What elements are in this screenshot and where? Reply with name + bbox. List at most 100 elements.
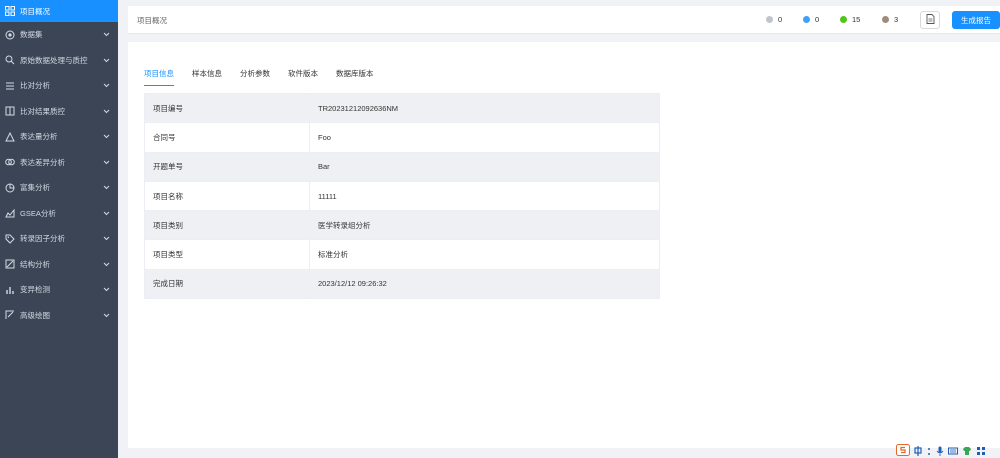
settings-search-icon (5, 55, 15, 65)
microphone-icon[interactable] (936, 443, 944, 458)
sidebar-item-expression[interactable]: 表达量分析 (0, 124, 118, 150)
generate-report-button[interactable]: 生成报告 (952, 11, 1000, 29)
status-count: 15 (852, 15, 861, 24)
sidebar-item-label: 高级绘图 (20, 310, 50, 320)
field-label: 项目类型 (144, 239, 310, 270)
sidebar-item-alignment[interactable]: 比对分析 (0, 73, 118, 99)
status-count-green: 15 (840, 15, 860, 24)
keyboard-icon[interactable] (948, 443, 958, 458)
sidebar-item-label: 结构分析 (20, 259, 50, 269)
status-dot-icon (840, 16, 847, 23)
status-count-blue: 0 (803, 15, 819, 24)
chevron-down-icon (102, 158, 110, 166)
target-icon (5, 183, 15, 193)
field-value: Foo (309, 122, 660, 153)
main-panel: 项目信息 样本信息 分析参数 软件版本 数据库版本 项目编号 TR2023121… (128, 42, 1000, 448)
tab-database-version[interactable]: 数据库版本 (336, 68, 374, 86)
tab-sample-info[interactable]: 样本信息 (192, 68, 222, 86)
tab-project-info[interactable]: 项目信息 (144, 68, 174, 86)
sidebar-item-structure[interactable]: 结构分析 (0, 252, 118, 278)
project-info-table: 项目编号 TR20231212092636NM 合同号 Foo 开题单号 Bar… (144, 92, 660, 300)
punctuation-icon[interactable] (926, 443, 932, 458)
chevron-down-icon (102, 107, 110, 115)
chevron-down-icon (102, 286, 110, 294)
tab-bar: 项目信息 样本信息 分析参数 软件版本 数据库版本 (144, 68, 392, 86)
top-header: 项目概况 0 0 15 3 生成报告 (128, 6, 1000, 34)
tab-software-version[interactable]: 软件版本 (288, 68, 318, 86)
status-dot-icon (803, 16, 810, 23)
status-count-brown: 3 (882, 15, 898, 24)
chevron-down-icon (102, 133, 110, 141)
sidebar-item-label: 转录因子分析 (20, 234, 65, 244)
sidebar-item-label: 表达量分析 (20, 132, 58, 142)
sidebar: 项目概况 数据集 原始数据处理与质控 比对分析 比对结果质控 表达量分析 表达差… (0, 0, 118, 458)
table-row: 项目编号 TR20231212092636NM (144, 92, 660, 124)
sidebar-item-label: GSEA分析 (20, 208, 56, 218)
grid-apps-icon[interactable] (976, 443, 986, 458)
field-label: 项目编号 (144, 92, 310, 124)
status-count-grey: 0 (766, 15, 782, 24)
field-label: 开题单号 (144, 151, 310, 182)
shirt-icon[interactable] (962, 443, 972, 458)
sidebar-item-label: 表达差异分析 (20, 157, 65, 167)
field-label: 项目类别 (144, 210, 310, 241)
sidebar-item-gsea[interactable]: GSEA分析 (0, 201, 118, 227)
field-label: 完成日期 (144, 268, 310, 300)
field-value: 标准分析 (309, 239, 660, 270)
sidebar-item-label: 原始数据处理与质控 (20, 55, 88, 65)
ime-icon[interactable] (914, 443, 922, 458)
sidebar-item-enrichment[interactable]: 富集分析 (0, 175, 118, 201)
sidebar-item-dataset[interactable]: 数据集 (0, 22, 118, 48)
sidebar-item-tf[interactable]: 转录因子分析 (0, 226, 118, 252)
chevron-down-icon (102, 209, 110, 217)
sidebar-item-label: 比对分析 (20, 81, 50, 91)
disc-icon (5, 30, 15, 40)
s-logo-icon (896, 443, 910, 458)
field-value: 医学转录组分析 (309, 210, 660, 241)
chevron-down-icon (102, 31, 110, 39)
grid-icon (5, 6, 15, 16)
field-label: 项目名称 (144, 180, 310, 212)
circles-icon (5, 157, 15, 167)
sidebar-item-label: 项目概况 (20, 6, 50, 16)
sidebar-item-alignment-qc[interactable]: 比对结果质控 (0, 99, 118, 125)
chevron-down-icon (102, 311, 110, 319)
table-row: 项目名称 11111 (144, 180, 660, 212)
area-chart-icon (5, 208, 15, 218)
status-count: 3 (894, 15, 899, 24)
tag-icon (5, 234, 15, 244)
chevron-down-icon (102, 184, 110, 192)
status-dot-icon (766, 16, 773, 23)
structure-icon (5, 259, 15, 269)
table-row: 项目类型 标准分析 (144, 239, 660, 270)
sidebar-item-overview[interactable]: 项目概况 (0, 0, 118, 22)
field-label: 合同号 (144, 122, 310, 153)
table-row: 完成日期 2023/12/12 09:26:32 (144, 268, 660, 300)
field-value: Bar (309, 151, 660, 182)
field-value: 11111 (309, 180, 660, 212)
document-icon (926, 11, 935, 29)
document-button[interactable] (920, 11, 940, 29)
sidebar-item-label: 变异检测 (20, 285, 50, 295)
tab-analysis-params[interactable]: 分析参数 (240, 68, 270, 86)
status-count: 0 (815, 15, 820, 24)
chevron-down-icon (102, 235, 110, 243)
chevron-down-icon (102, 56, 110, 64)
sidebar-item-raw-qc[interactable]: 原始数据处理与质控 (0, 48, 118, 74)
bars-icon (5, 285, 15, 295)
compare-icon (5, 106, 15, 116)
table-row: 合同号 Foo (144, 122, 660, 153)
sidebar-item-plotting[interactable]: 高级绘图 (0, 303, 118, 329)
triangle-icon (5, 131, 15, 142)
sidebar-item-label: 富集分析 (20, 183, 50, 193)
chevron-down-icon (102, 82, 110, 90)
table-row: 项目类别 医学转录组分析 (144, 210, 660, 241)
status-count: 0 (778, 15, 783, 24)
list-icon (5, 81, 15, 91)
chevron-down-icon (102, 260, 110, 268)
field-value: TR20231212092636NM (309, 92, 660, 124)
sidebar-item-diff-expression[interactable]: 表达差异分析 (0, 150, 118, 176)
status-dot-icon (882, 16, 889, 23)
sidebar-item-variant[interactable]: 变异检测 (0, 277, 118, 303)
sidebar-item-label: 比对结果质控 (20, 106, 65, 116)
